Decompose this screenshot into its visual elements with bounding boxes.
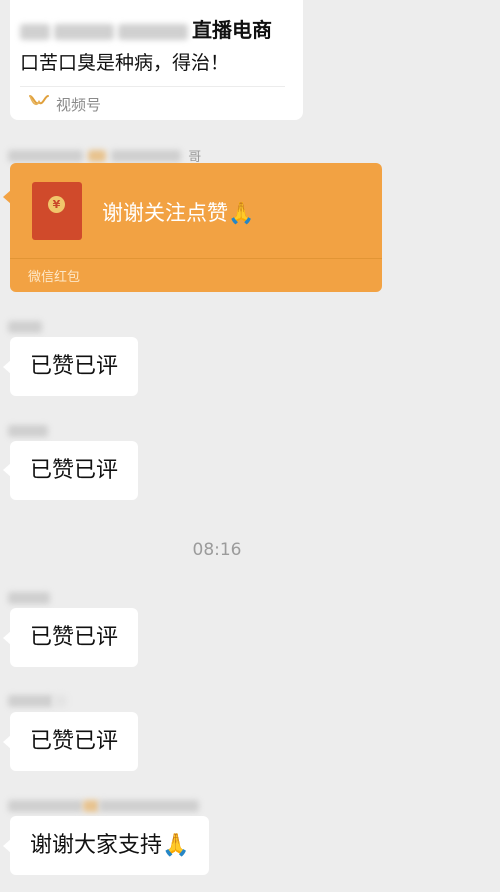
video-channel-label: 视频号	[56, 96, 102, 114]
message-bubble[interactable]: 已赞已评	[10, 337, 139, 396]
red-packet-footer: 微信红包	[28, 270, 81, 285]
divider	[20, 86, 285, 87]
chat-timestamp: 08:16	[192, 540, 242, 560]
message-bubble[interactable]: 谢谢大家支持🙏	[10, 816, 210, 875]
message-bubble[interactable]: 已赞已评	[10, 608, 139, 667]
sender-name	[8, 420, 48, 437]
sender-name	[8, 795, 199, 812]
sender-name	[8, 316, 42, 333]
video-card-title-text: 直播电商	[192, 18, 272, 42]
video-card-title: 直播电商	[20, 14, 272, 43]
sender-name	[8, 587, 50, 604]
blurred-text	[20, 23, 50, 40]
message-bubble[interactable]: 已赞已评	[10, 712, 139, 771]
red-packet-text: 谢谢关注点赞🙏	[102, 201, 255, 225]
yuan-coin-icon: ¥	[48, 196, 65, 213]
blurred-text	[54, 23, 114, 40]
video-channel-icon	[29, 95, 49, 106]
message-bubble[interactable]: 已赞已评	[10, 441, 139, 500]
video-card-subtitle: 口苦口臭是种病，得治！	[20, 52, 230, 74]
divider	[10, 258, 382, 259]
blurred-text	[118, 23, 188, 40]
sender-name: 哥	[8, 145, 201, 165]
sender-name	[8, 690, 67, 707]
